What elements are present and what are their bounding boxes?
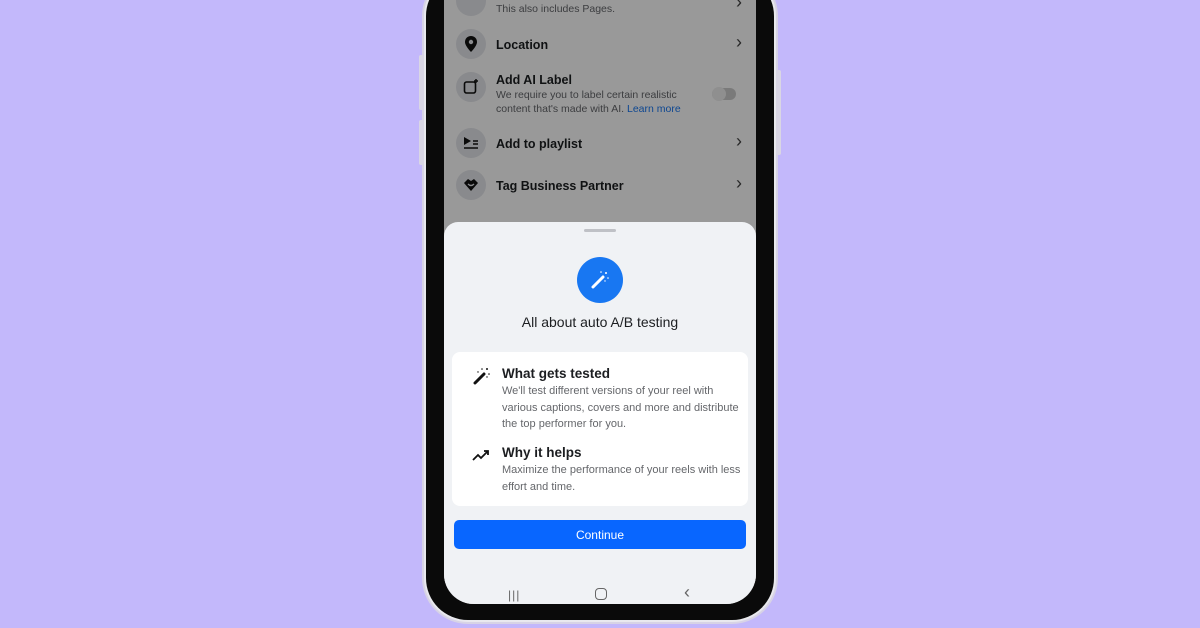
section-text: We'll test different versions of your re… xyxy=(502,385,739,430)
section-title: Why it helps xyxy=(502,445,582,460)
magic-wand-icon xyxy=(472,366,492,391)
section-text: Maximize the performance of your reels w… xyxy=(502,464,741,493)
android-nav-bar: ||| ‹ xyxy=(444,582,756,604)
volume-button xyxy=(419,55,424,110)
recent-apps-icon[interactable]: ||| xyxy=(508,588,520,602)
info-card: What gets tested We'll test different ve… xyxy=(452,352,748,506)
sheet-title: All about auto A/B testing xyxy=(521,314,679,330)
continue-button[interactable]: Continue xyxy=(454,520,746,549)
section-title: What gets tested xyxy=(502,366,611,381)
trending-up-icon xyxy=(472,448,492,467)
power-button xyxy=(776,70,781,155)
home-icon[interactable] xyxy=(595,588,607,600)
back-icon[interactable]: ‹ xyxy=(684,582,690,603)
phone-screen: This also includes Pages. › Location › A… xyxy=(444,0,756,604)
volume-button xyxy=(419,120,424,165)
drag-handle[interactable] xyxy=(584,229,616,232)
bottom-sheet: All about auto A/B testing What gets tes… xyxy=(444,222,756,604)
magic-wand-icon xyxy=(577,257,623,303)
